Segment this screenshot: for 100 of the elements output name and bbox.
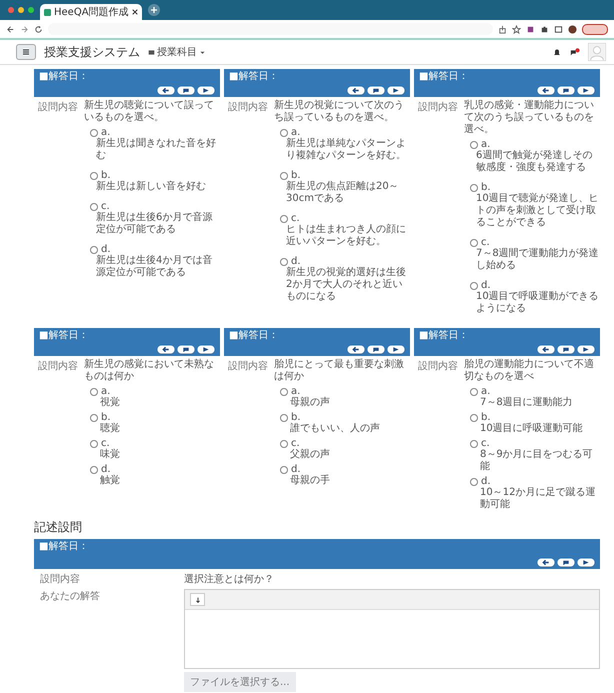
question-label: 設問内容 — [38, 360, 79, 374]
next-icon[interactable] — [197, 86, 215, 95]
option-text: 新生児の視覚的選好は生後2か月で大人のそれと近いものになる — [285, 267, 407, 303]
star-icon[interactable] — [512, 24, 521, 34]
radio-button[interactable] — [280, 466, 288, 474]
option-letter: d. — [291, 256, 301, 267]
reload-icon[interactable] — [34, 24, 43, 34]
option-text: 聴覚 — [99, 423, 121, 435]
page-icon — [44, 8, 51, 16]
chat-icon[interactable] — [570, 47, 580, 57]
radio-button[interactable] — [470, 478, 478, 486]
radio-button[interactable] — [90, 466, 98, 474]
radio-button[interactable] — [470, 238, 478, 246]
option-letter: b. — [481, 182, 491, 193]
option-letter: b. — [291, 170, 301, 181]
extension-icon[interactable] — [526, 24, 535, 34]
option-text: 7～8週間で運動能力が発達し始める — [475, 248, 600, 272]
speech-bubble-icon[interactable] — [557, 558, 575, 567]
previous-icon[interactable] — [157, 86, 175, 95]
option-text: 新生児は新しい音を好む — [95, 181, 207, 193]
option-text: 母親の手 — [289, 475, 331, 487]
bell-icon[interactable] — [552, 47, 562, 57]
radio-button[interactable] — [280, 258, 288, 266]
option-letter: b. — [101, 412, 111, 423]
option-letter: c. — [481, 438, 490, 449]
question-text: 乳児の感覚・運動能力について次のうち誤っているものを選べ。 — [464, 100, 595, 136]
radio-button[interactable] — [90, 246, 98, 254]
option-text: 父親の声 — [289, 449, 331, 461]
option-letter: c. — [291, 213, 300, 224]
radio-button[interactable] — [280, 128, 288, 136]
option-letter: a. — [481, 386, 490, 397]
next-icon[interactable] — [577, 86, 595, 95]
update-button[interactable] — [582, 24, 608, 34]
previous-icon[interactable] — [537, 345, 555, 354]
speech-bubble-icon[interactable] — [177, 86, 195, 95]
browser-tab[interactable]: HeeQA問題作成 — [40, 4, 142, 20]
radio-button[interactable] — [90, 172, 98, 180]
radio-button[interactable] — [280, 388, 288, 396]
option-text: 視覚 — [99, 397, 121, 409]
radio-button[interactable] — [90, 440, 98, 448]
option-text: 触覚 — [99, 475, 121, 487]
speech-bubble-icon[interactable] — [367, 345, 385, 354]
radio-button[interactable] — [470, 440, 478, 448]
previous-icon[interactable] — [347, 86, 365, 95]
option-letter: d. — [101, 244, 111, 255]
answer-label: あなたの解答 — [40, 590, 101, 604]
sidebar-icon[interactable] — [554, 24, 563, 34]
radio-button[interactable] — [470, 414, 478, 422]
section-heading: 記述設問 — [34, 519, 83, 536]
forward-icon[interactable] — [20, 24, 29, 34]
menu-icon — [21, 47, 31, 57]
speech-bubble-icon[interactable] — [367, 86, 385, 95]
question-label: 設問内容 — [228, 100, 269, 115]
app-title: 授業支援システム — [44, 44, 140, 60]
radio-button[interactable] — [90, 388, 98, 396]
new-tab-icon[interactable] — [148, 4, 160, 16]
option-letter: a. — [101, 386, 110, 397]
radio-button[interactable] — [280, 172, 288, 180]
profile-icon[interactable] — [568, 24, 577, 34]
radio-button[interactable] — [90, 414, 98, 422]
answer-date-label: ■解答日： — [39, 71, 88, 82]
option-letter: d. — [291, 464, 301, 475]
radio-button[interactable] — [470, 388, 478, 396]
question-text: 新生児の視覚について次のうち誤っているものを選べ。 — [274, 100, 405, 124]
next-icon[interactable] — [387, 86, 405, 95]
radio-button[interactable] — [90, 202, 98, 210]
radio-button[interactable] — [90, 128, 98, 136]
previous-icon[interactable] — [347, 345, 365, 354]
radio-button[interactable] — [280, 214, 288, 222]
speech-bubble-icon[interactable] — [557, 345, 575, 354]
share-icon[interactable] — [498, 24, 507, 34]
answer-date-label: ■解答日： — [39, 330, 88, 341]
question-text: 新生児の聴覚について誤っているものを選べ。 — [84, 100, 215, 124]
previous-icon[interactable] — [157, 345, 175, 354]
previous-icon[interactable] — [537, 558, 555, 567]
previous-icon[interactable] — [537, 86, 555, 95]
close-icon[interactable] — [132, 9, 138, 15]
option-text: 10週目で聴覚が発達し、ヒトの声を刺激として受け取ることができる — [475, 193, 600, 229]
option-letter: d. — [481, 476, 491, 487]
radio-button[interactable] — [280, 414, 288, 422]
speech-bubble-icon[interactable] — [177, 345, 195, 354]
radio-button[interactable] — [470, 140, 478, 148]
window-controls-icon[interactable] — [8, 7, 34, 13]
file-select-button[interactable]: ファイルを選択する... — [184, 672, 296, 692]
radio-button[interactable] — [470, 184, 478, 192]
toolbar-button[interactable] — [190, 593, 205, 606]
next-icon[interactable] — [197, 345, 215, 354]
back-icon[interactable] — [6, 24, 15, 34]
next-icon[interactable] — [577, 558, 595, 567]
question-text: 選択注意とは何か？ — [184, 572, 274, 586]
next-icon[interactable] — [577, 345, 595, 354]
menu-button[interactable] — [16, 44, 36, 60]
option-text: 6週間で触覚が発達しその敏感度・強度も発達する — [475, 150, 594, 174]
radio-button[interactable] — [470, 282, 478, 290]
next-icon[interactable] — [387, 345, 405, 354]
option-letter: b. — [291, 412, 301, 423]
speech-bubble-icon[interactable] — [557, 86, 575, 95]
course-dropdown[interactable]: 授業科目 — [148, 45, 206, 59]
radio-button[interactable] — [280, 440, 288, 448]
arrow-down-icon — [194, 596, 202, 604]
